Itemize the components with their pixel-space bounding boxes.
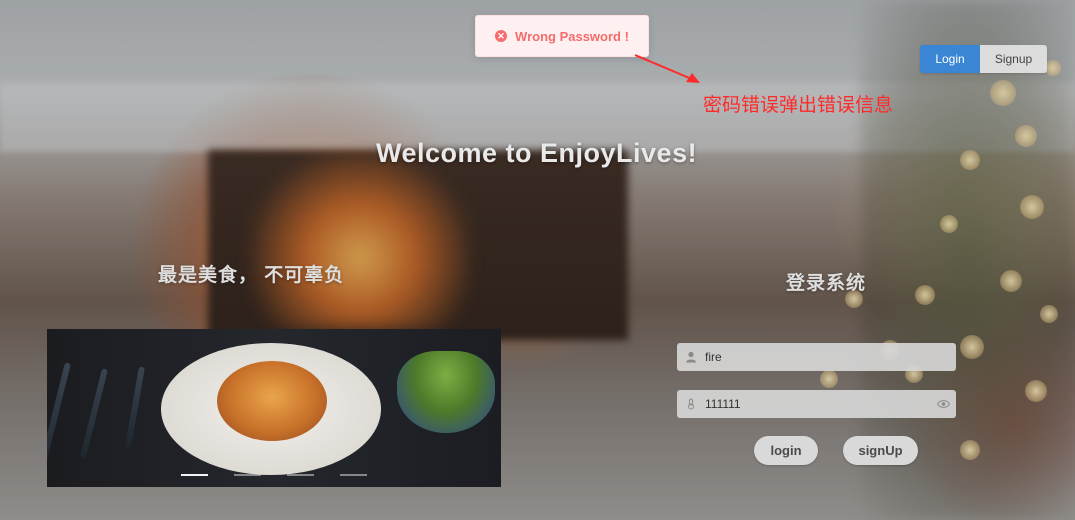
- user-icon: [677, 351, 705, 363]
- knife-image: [47, 362, 71, 473]
- annotation-text: 密码错误弹出错误信息: [703, 95, 894, 116]
- error-circle-icon: ✕: [495, 30, 508, 42]
- carousel-indicator[interactable]: [340, 474, 367, 476]
- login-tab-button[interactable]: Login: [920, 45, 980, 73]
- carousel-indicators: [181, 474, 367, 476]
- food-carousel[interactable]: [47, 329, 501, 487]
- pasta-image: [217, 361, 327, 441]
- toast-message: Wrong Password !: [515, 28, 629, 44]
- auth-switch: Login Signup: [920, 45, 1047, 73]
- welcome-heading: Welcome to EnjoyLives!: [376, 138, 698, 168]
- error-toast: ✕ Wrong Password !: [475, 15, 649, 57]
- login-title: 登录系统: [786, 273, 867, 294]
- eye-icon[interactable]: [930, 399, 956, 409]
- login-page: ✕ Wrong Password ! 密码错误弹出错误信息 Login Sign…: [0, 0, 1075, 520]
- username-input[interactable]: [705, 344, 956, 370]
- salad-bowl-image: [397, 351, 495, 433]
- carousel-indicator[interactable]: [234, 474, 261, 476]
- username-field[interactable]: [677, 343, 956, 371]
- annotation-arrow-icon: [634, 54, 700, 83]
- lock-icon: [677, 398, 705, 410]
- password-field[interactable]: [677, 390, 956, 418]
- fork-image: [79, 368, 108, 459]
- spoon-image: [124, 366, 145, 449]
- carousel-indicator[interactable]: [181, 474, 208, 476]
- slogan-text: 最是美食， 不可辜负: [158, 265, 345, 286]
- signup-button[interactable]: signUp: [843, 436, 918, 465]
- login-button[interactable]: login: [754, 436, 818, 465]
- password-input[interactable]: [705, 391, 930, 417]
- signup-tab-button[interactable]: Signup: [980, 45, 1047, 73]
- carousel-indicator[interactable]: [287, 474, 314, 476]
